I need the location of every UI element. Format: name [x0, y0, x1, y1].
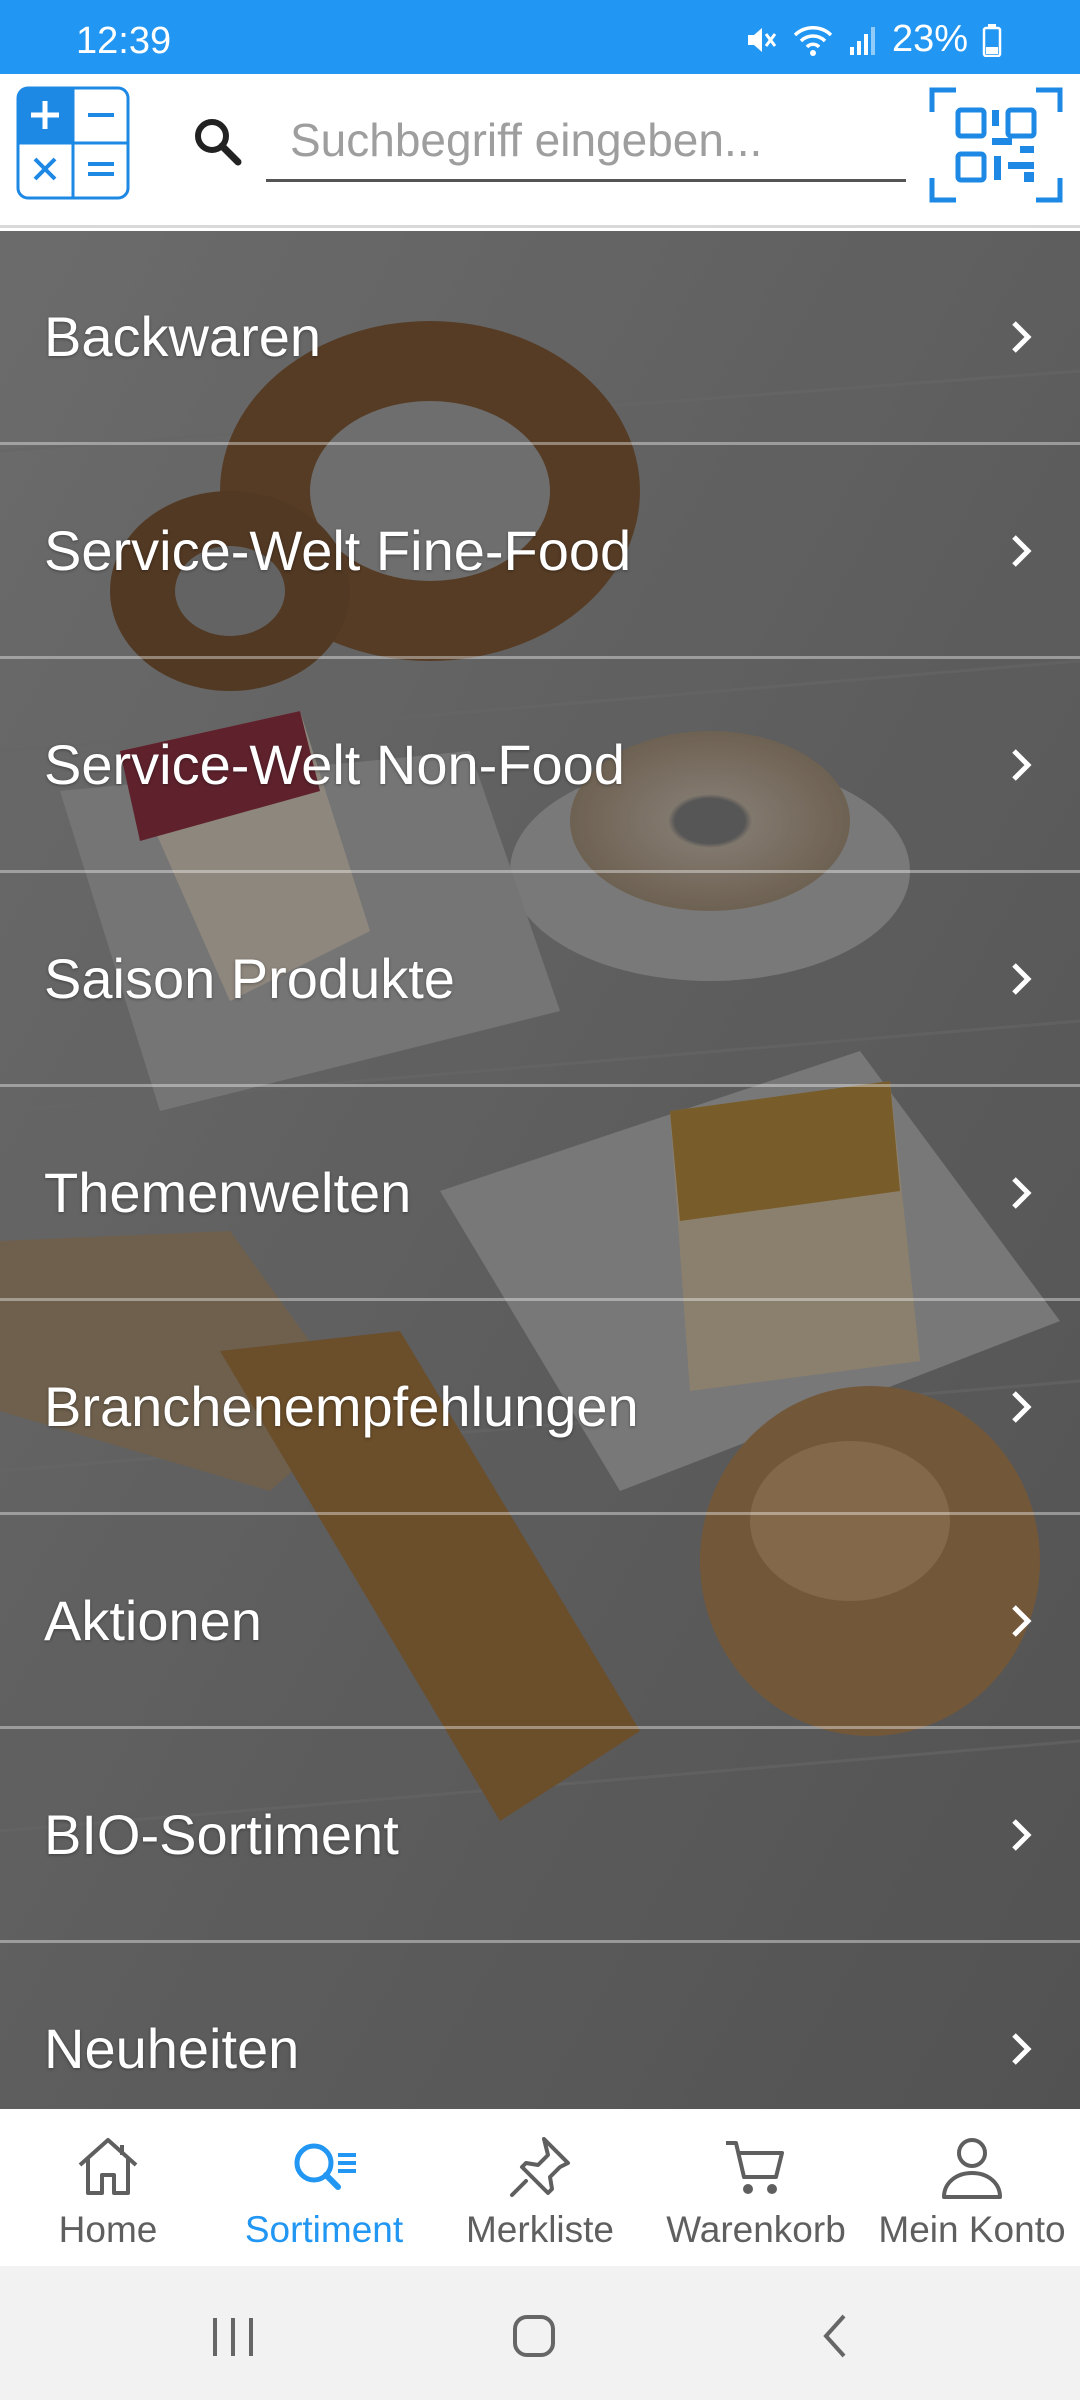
nav-label: Home: [58, 2209, 158, 2250]
chevron-right-icon: [1012, 1604, 1032, 1637]
search-input[interactable]: [266, 100, 906, 179]
qr-scan-icon[interactable]: [928, 86, 1064, 204]
category-item-service-welt-non-food[interactable]: Service-Welt Non-Food: [0, 659, 1080, 873]
nav-label: Mein Konto: [878, 2209, 1066, 2250]
signal-icon: [848, 23, 878, 57]
chevron-right-icon: [1012, 320, 1032, 353]
cart-icon: [726, 2141, 784, 2194]
category-item-themenwelten[interactable]: Themenwelten: [0, 1087, 1080, 1301]
search-field[interactable]: [266, 100, 906, 182]
chevron-right-icon: [1012, 748, 1032, 781]
chevron-right-icon: [1012, 1176, 1032, 1209]
app-header: [0, 74, 1080, 228]
nav-sortiment[interactable]: Sortiment: [216, 2109, 432, 2266]
nav-home[interactable]: Home: [0, 2109, 216, 2266]
nav-mein-konto[interactable]: Mein Konto: [864, 2109, 1080, 2266]
home-button-icon[interactable]: [494, 2296, 574, 2376]
chevron-right-icon: [1012, 534, 1032, 567]
calculator-icon[interactable]: [16, 86, 130, 200]
category-item-bio-sortiment[interactable]: BIO-Sortiment: [0, 1729, 1080, 1943]
category-panel: Backwaren Service-Welt Fine-Food Service…: [0, 231, 1080, 2109]
chevron-right-icon: [1012, 962, 1032, 995]
chevron-right-icon: [1012, 1390, 1032, 1423]
system-navigation-bar: [0, 2266, 1080, 2400]
category-label: Service-Welt Non-Food: [44, 733, 625, 796]
category-label: Saison Produkte: [44, 947, 455, 1010]
user-icon: [942, 2138, 1002, 2199]
pin-icon: [510, 2137, 570, 2197]
category-item-service-welt-fine-food[interactable]: Service-Welt Fine-Food: [0, 445, 1080, 659]
nav-label: Sortiment: [244, 2209, 404, 2250]
status-bar: 12:39 23%: [0, 0, 1080, 74]
category-item-aktionen[interactable]: Aktionen: [0, 1515, 1080, 1729]
chevron-right-icon: [1012, 1818, 1032, 1851]
category-item-branchenempfehlungen[interactable]: Branchenempfehlungen: [0, 1301, 1080, 1515]
status-time: 12:39: [76, 20, 172, 62]
wifi-icon: [792, 23, 834, 57]
battery-icon: [982, 23, 1002, 57]
category-label: Neuheiten: [44, 2017, 300, 2080]
bottom-navigation: Home Sortiment Merkliste Warenkorb Mein …: [0, 2109, 1080, 2266]
battery-text: 23%: [891, 18, 968, 60]
category-label: Themenwelten: [44, 1161, 412, 1224]
category-list: Backwaren Service-Welt Fine-Food Service…: [0, 231, 1080, 2109]
chevron-right-icon: [1012, 2032, 1032, 2065]
nav-label: Merkliste: [465, 2209, 615, 2250]
category-label: Service-Welt Fine-Food: [44, 519, 632, 582]
home-icon: [78, 2138, 138, 2195]
nav-merkliste[interactable]: Merkliste: [432, 2109, 648, 2266]
category-item-neuheiten[interactable]: Neuheiten: [0, 1943, 1080, 2109]
category-label: BIO-Sortiment: [44, 1803, 399, 1866]
back-icon[interactable]: [796, 2296, 876, 2376]
nav-warenkorb[interactable]: Warenkorb: [648, 2109, 864, 2266]
category-label: Branchenempfehlungen: [44, 1375, 639, 1438]
status-icons: 23%: [744, 18, 1002, 61]
category-item-backwaren[interactable]: Backwaren: [0, 231, 1080, 445]
category-label: Backwaren: [44, 305, 322, 368]
catalog-search-icon: [294, 2143, 356, 2190]
recent-apps-icon[interactable]: [193, 2296, 273, 2376]
category-item-saison-produkte[interactable]: Saison Produkte: [0, 873, 1080, 1087]
category-label: Aktionen: [44, 1589, 262, 1652]
mute-icon: [744, 23, 778, 57]
nav-label: Warenkorb: [666, 2209, 846, 2250]
search-icon[interactable]: [190, 114, 246, 170]
